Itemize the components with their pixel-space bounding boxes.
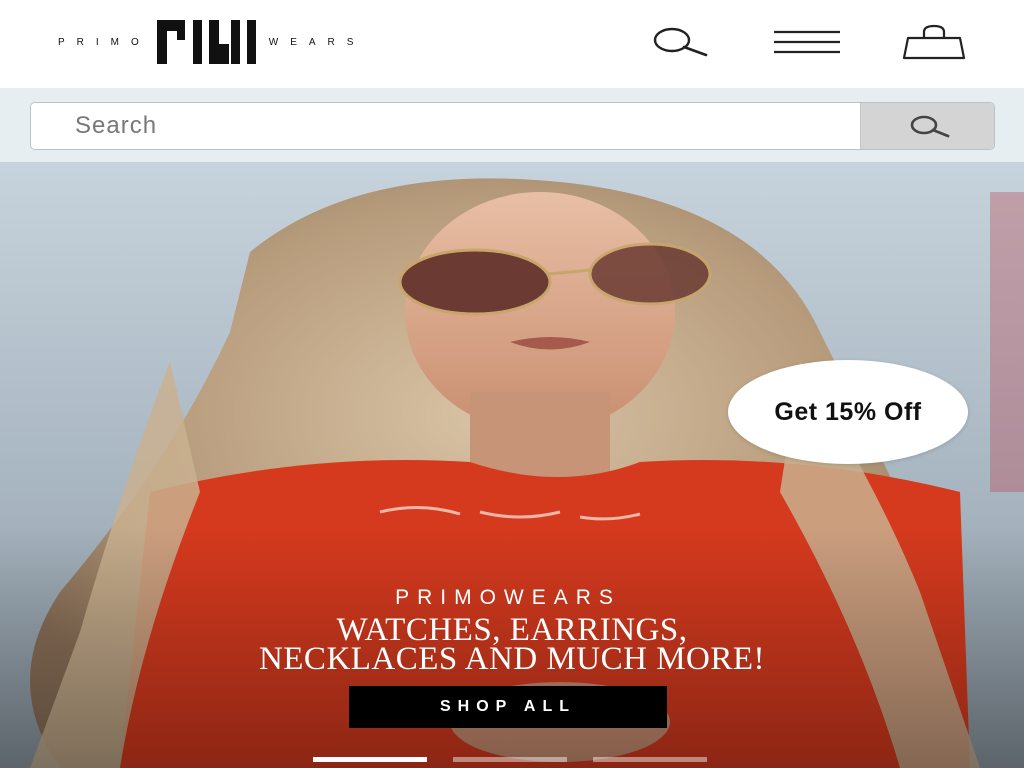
- brand-name-left: PRIMO: [58, 36, 151, 48]
- hero-headline: WATCHES, EARRINGS, NECKLACES AND MUCH MO…: [0, 614, 1024, 677]
- hero-headline-line-2: NECKLACES AND MUCH MORE!: [258, 641, 766, 677]
- slider-pagination: [313, 757, 713, 762]
- brand-name-right: WEARS: [268, 36, 366, 48]
- discount-badge[interactable]: Get 15% Off: [728, 360, 968, 464]
- hamburger-menu-button[interactable]: [766, 20, 848, 64]
- hero-banner: Get 15% Off PRIMOWEARS WATCHES, EARRINGS…: [0, 162, 1024, 768]
- site-header: PRIMO WEARS: [0, 0, 1024, 88]
- cart-button[interactable]: [896, 20, 972, 64]
- search-submit-button[interactable]: [860, 103, 994, 149]
- logo-mark: [156, 20, 256, 64]
- search-bar-section: [0, 88, 1024, 162]
- slide-indicator-1[interactable]: [313, 757, 427, 762]
- slide-indicator-3[interactable]: [593, 757, 707, 762]
- hero-image: [0, 162, 1024, 768]
- brand-logo[interactable]: PRIMO WEARS: [58, 20, 365, 64]
- discount-badge-text: Get 15% Off: [774, 398, 922, 426]
- search-icon: [910, 115, 949, 138]
- shop-all-button[interactable]: SHOP ALL: [349, 686, 667, 728]
- hamburger-menu-icon: [774, 30, 840, 54]
- search-icon: [653, 27, 708, 57]
- hero-eyebrow: PRIMOWEARS: [395, 586, 621, 609]
- slide-indicator-2[interactable]: [453, 757, 567, 762]
- search-form: [30, 102, 995, 150]
- header-search-button[interactable]: [640, 20, 716, 64]
- shopping-bag-icon: [902, 24, 966, 60]
- search-input[interactable]: [31, 103, 861, 149]
